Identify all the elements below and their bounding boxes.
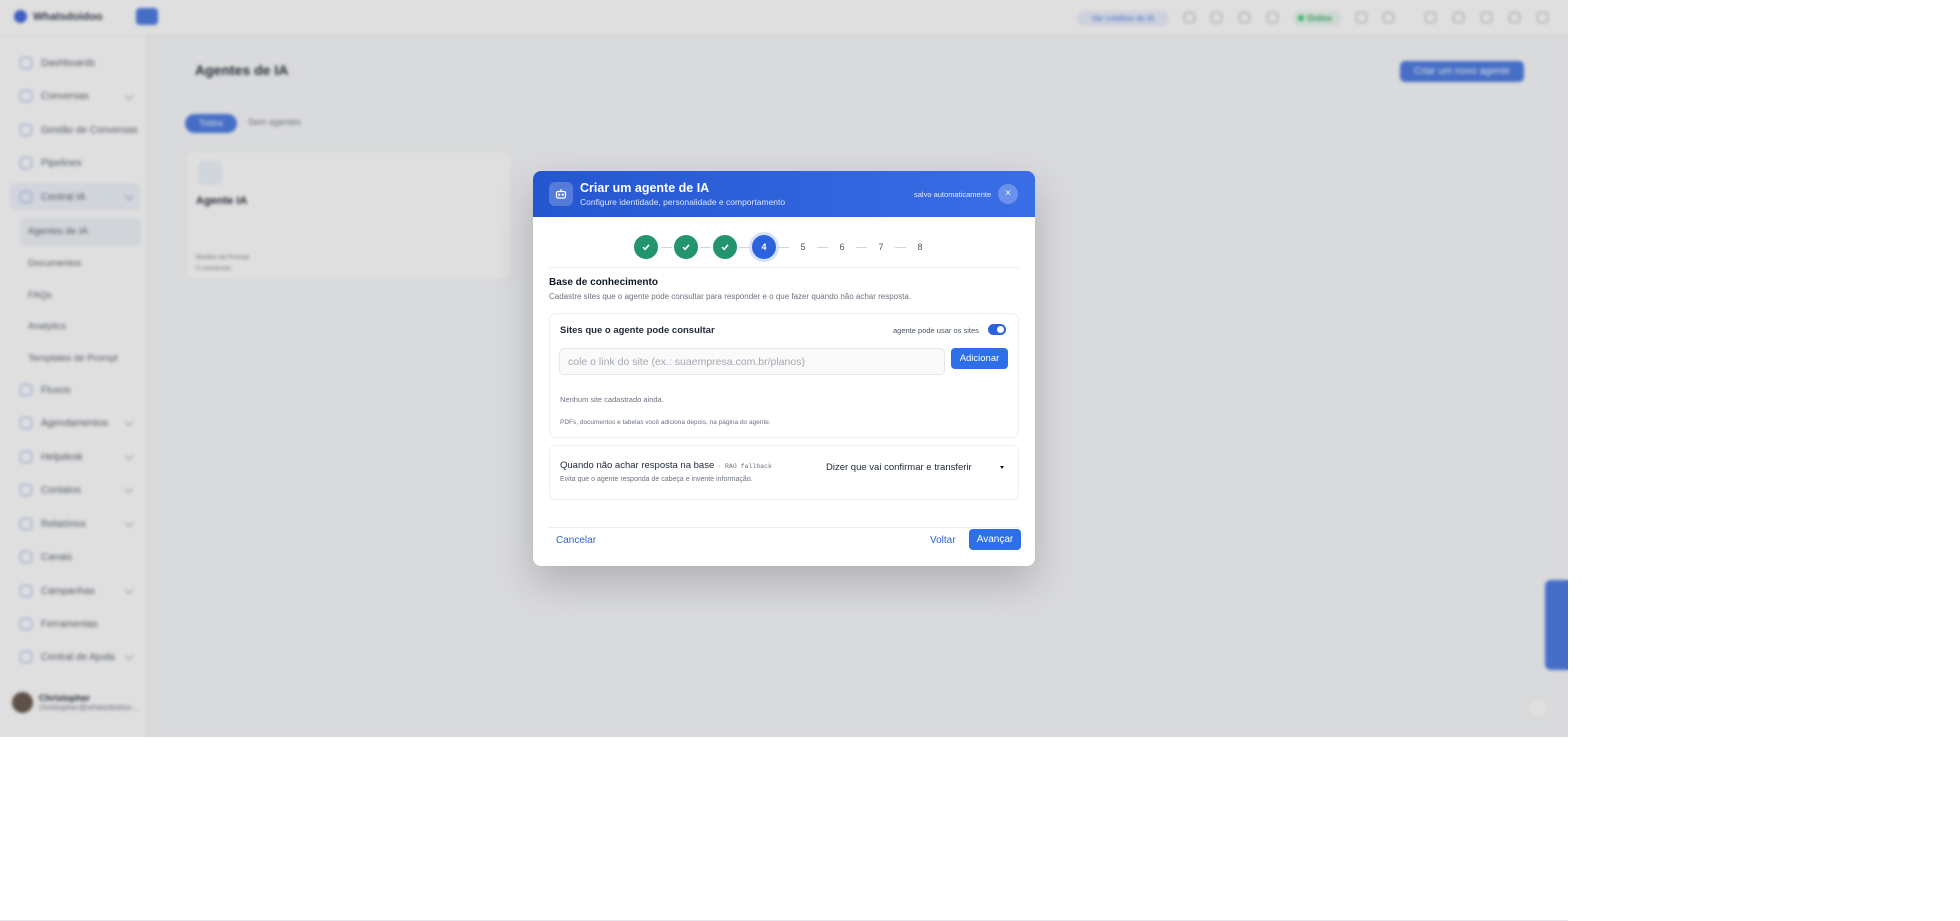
modal-subtitle: Configure identidade, personalidade e co…: [580, 197, 786, 207]
sites-panel: Sites que o agente pode consultar agente…: [549, 313, 1019, 438]
step-6[interactable]: 6: [830, 235, 854, 259]
back-button[interactable]: Voltar: [930, 535, 956, 546]
step-connector: [895, 247, 906, 248]
check-icon: [721, 244, 729, 251]
close-button[interactable]: ×: [998, 184, 1018, 204]
viewport: Whatsdoidoo Ver créditos de IA Online Da…: [0, 0, 1568, 737]
step-1-done[interactable]: [634, 235, 658, 259]
section-description: Cadastre sites que o agente pode consult…: [549, 292, 912, 301]
step-8[interactable]: 8: [908, 235, 932, 259]
step-connector: [856, 247, 867, 248]
step-connector: [661, 247, 672, 248]
fallback-description: Evita que o agente responda de cabeça e …: [560, 476, 753, 483]
modal-header: Criar um agente de IA Configure identida…: [533, 171, 1035, 217]
stepper: 4 5 6 7 8: [533, 235, 1035, 259]
cancel-button[interactable]: Cancelar: [556, 535, 596, 546]
sites-panel-title: Sites que o agente pode consultar: [560, 325, 715, 336]
documents-note: PDFs, documentos e tabelas você adiciona…: [560, 419, 771, 426]
step-connector: [778, 247, 789, 248]
step-connector: [817, 247, 828, 248]
step-7[interactable]: 7: [869, 235, 893, 259]
next-button[interactable]: Avançar: [969, 529, 1021, 550]
check-icon: [642, 244, 650, 251]
create-agent-modal: Criar um agente de IA Configure identida…: [533, 171, 1035, 566]
add-site-button[interactable]: Adicionar: [951, 348, 1008, 369]
chevron-down-icon: [1000, 466, 1004, 469]
fallback-panel: Quando não achar resposta na base · RAG f…: [549, 445, 1019, 500]
footer-divider: [549, 527, 1019, 528]
fallback-selected-value: Dizer que vai confirmar e transferir: [826, 462, 972, 473]
robot-icon: [549, 182, 573, 206]
step-3-done[interactable]: [713, 235, 737, 259]
fallback-title: Quando não achar resposta na base · RAG f…: [560, 460, 772, 471]
rag-fallback-tag: · RAG fallback: [717, 463, 772, 470]
check-icon: [682, 244, 690, 251]
step-connector: [700, 247, 711, 248]
empty-sites-text: Nenhum site cadastrado ainda.: [560, 395, 664, 404]
step-5[interactable]: 5: [791, 235, 815, 259]
modal-title: Criar um agente de IA: [580, 181, 710, 195]
close-icon: ×: [1005, 188, 1011, 199]
site-url-input[interactable]: [559, 348, 945, 375]
fallback-select[interactable]: Dizer que vai confirmar e transferir: [818, 457, 1008, 478]
step-2-done[interactable]: [674, 235, 698, 259]
divider: [549, 267, 1019, 268]
sites-toggle[interactable]: [988, 324, 1006, 335]
sites-toggle-label: agente pode usar os sites: [893, 326, 979, 335]
step-current[interactable]: 4: [752, 235, 776, 259]
fallback-title-text: Quando não achar resposta na base: [560, 460, 715, 471]
autosave-status: salvo automaticamente: [914, 190, 992, 199]
section-title: Base de conhecimento: [549, 277, 658, 288]
step-connector: [739, 247, 750, 248]
